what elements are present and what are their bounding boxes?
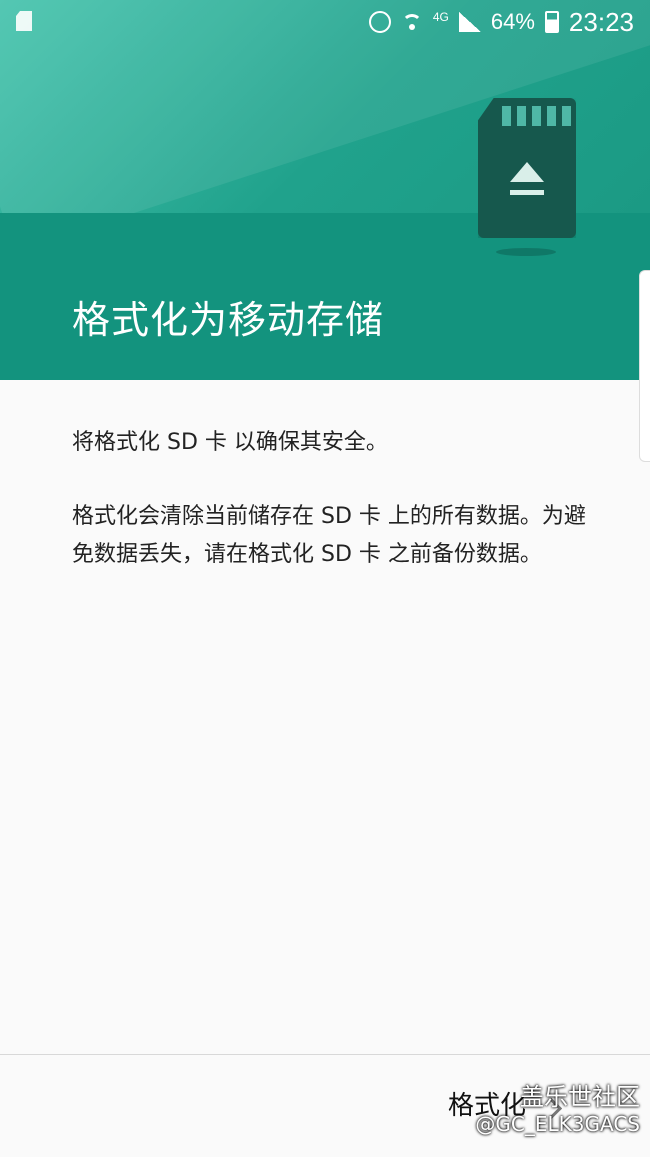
status-icons: 4G 64% 23:23 [368,6,634,38]
status-bar: 4G 64% 23:23 [0,0,650,44]
status-time: 23:23 [568,6,634,37]
sd-card-pin [532,106,541,126]
sd-card-pin [562,106,571,126]
header-banner: 4G 64% 23:23 格式化为移动存储 [0,0,650,380]
signal-icon [458,12,481,32]
eject-icon [504,162,550,198]
battery-percent: 64% [490,9,535,34]
sd-card-pin [547,106,556,126]
warning-paragraph: 格式化会清除当前储存在 SD 卡 上的所有数据。为避免数据丢失，请在格式化 SD… [72,504,586,567]
sd-card-icon [16,11,32,31]
wifi-icon [401,12,423,32]
watermark: 盖乐世社区 @GC_ELK3GACS [475,1082,640,1136]
sd-card-shadow [496,248,556,256]
sd-card-eject-icon [478,98,576,238]
sd-card-pin [502,106,511,126]
alarm-icon [368,11,391,33]
page-title: 格式化为移动存储 [72,298,385,342]
edge-panel-handle[interactable] [639,270,650,462]
battery-icon [544,11,559,33]
watermark-handle: @GC_ELK3GACS [475,1112,640,1136]
watermark-name: 盖乐世社区 [520,1083,640,1111]
eject-triangle [510,162,544,182]
info-paragraph-1: 将格式化 SD 卡 以确保其安全。 [72,430,388,455]
network-type-label: 4G [432,10,449,24]
sd-card-pins [502,106,571,126]
eject-bar [510,190,544,195]
sd-card-pin [517,106,526,126]
